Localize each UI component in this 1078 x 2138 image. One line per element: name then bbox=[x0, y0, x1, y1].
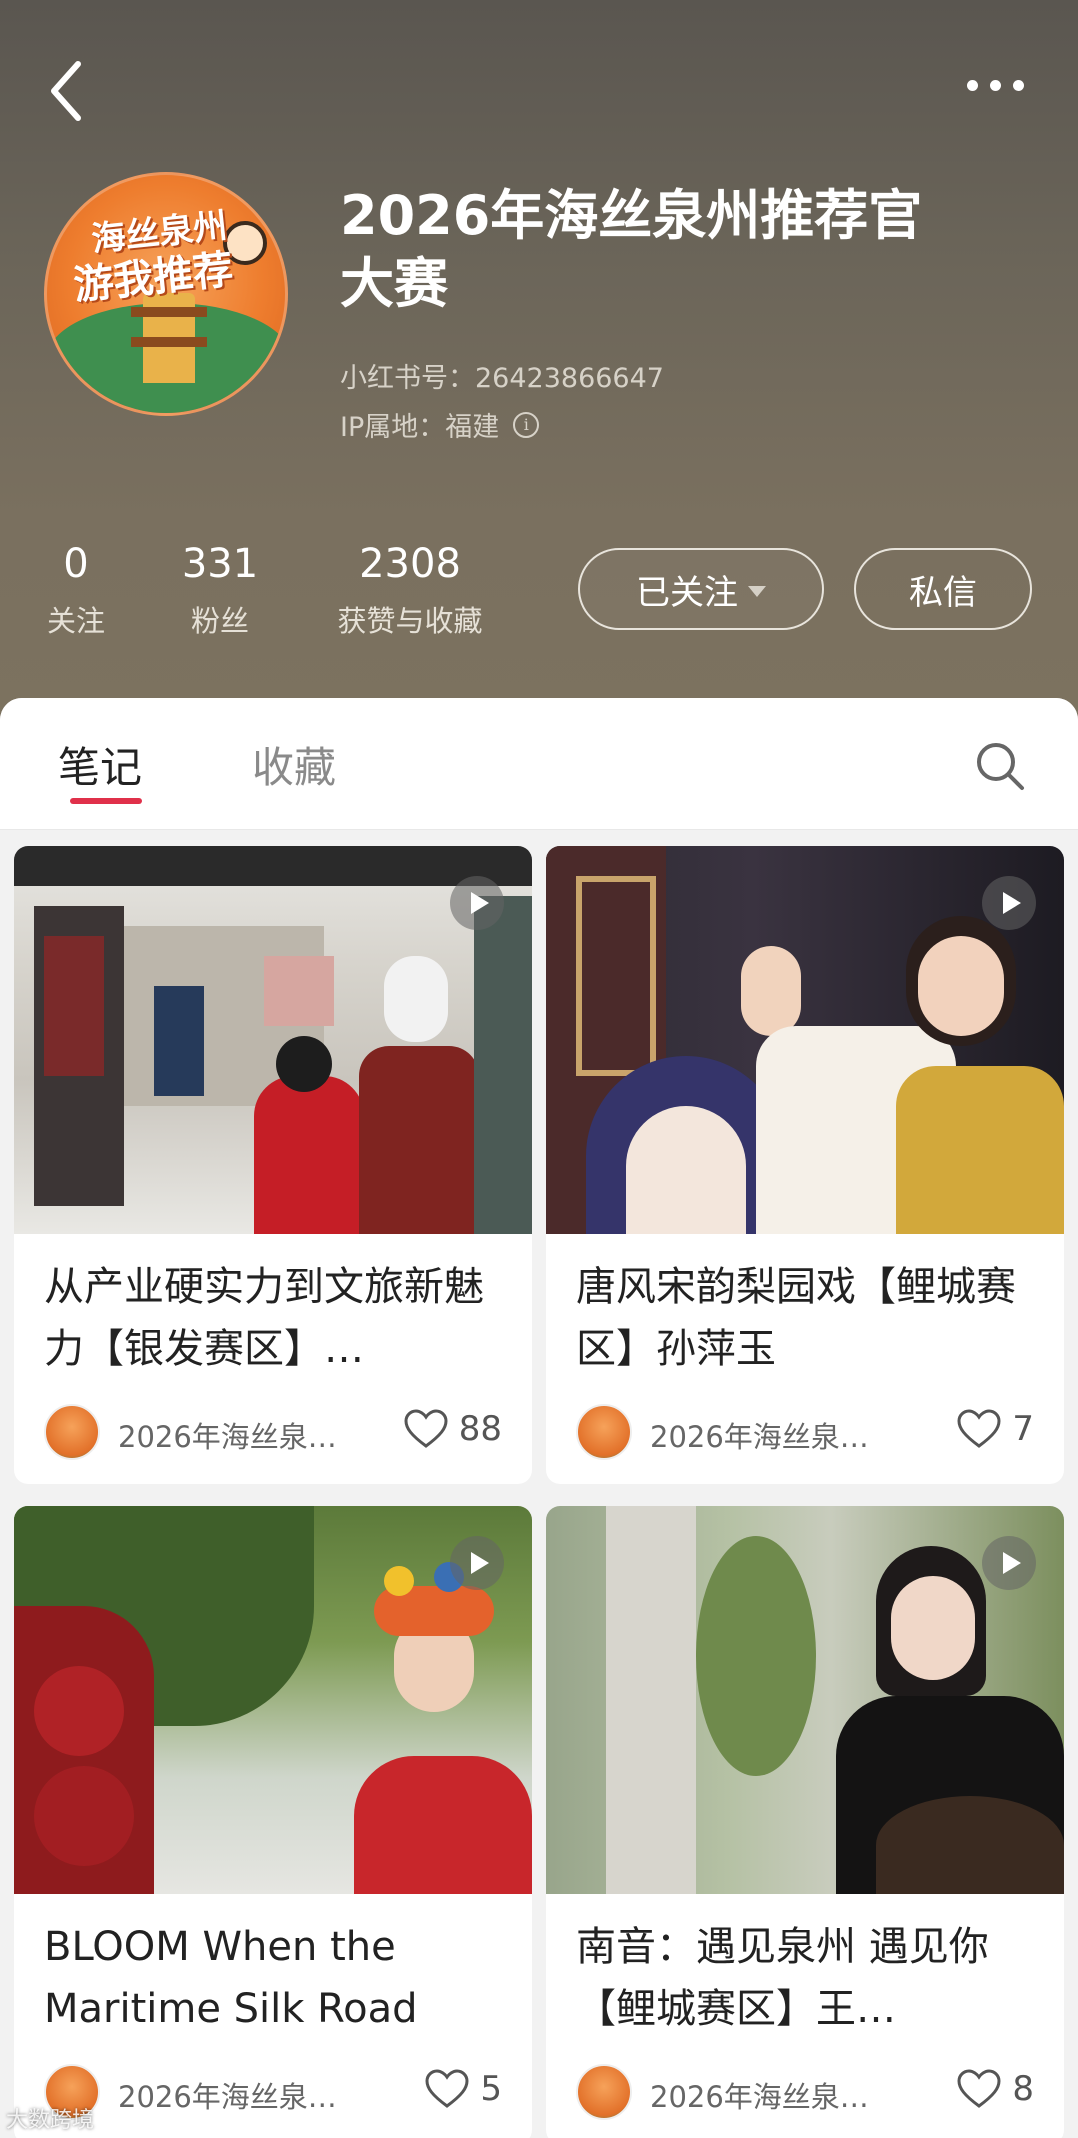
like-button[interactable]: 5 bbox=[424, 2068, 502, 2110]
stat-following[interactable]: 0 关注 bbox=[28, 540, 124, 640]
info-icon[interactable]: i bbox=[513, 411, 540, 438]
author-name[interactable]: 2026年海丝泉… bbox=[650, 1414, 890, 1456]
note-title: 从产业硬实力到文旅新魅力【银发赛区】… bbox=[44, 1264, 484, 1372]
like-button[interactable]: 88 bbox=[403, 1408, 502, 1450]
note-card[interactable]: BLOOM When the Maritime Silk Road Fl… 20… bbox=[14, 1506, 532, 2138]
note-title: 唐风宋韵梨园戏【鲤城赛区】孙萍玉 bbox=[576, 1264, 1016, 1372]
play-icon bbox=[450, 876, 504, 930]
author-avatar[interactable] bbox=[44, 1404, 100, 1460]
like-count: 5 bbox=[480, 2069, 502, 2109]
like-count: 88 bbox=[458, 1409, 502, 1449]
note-title: 南音：遇见泉州 遇见你【鲤城赛区】王… bbox=[576, 1924, 989, 2032]
profile-header: 海丝泉州 游我推荐 2026年海丝泉州推荐官大赛 小红书号：2642386664… bbox=[0, 0, 1078, 740]
author-avatar[interactable] bbox=[576, 2064, 632, 2120]
like-count: 7 bbox=[1012, 1409, 1034, 1449]
tab-notes[interactable]: 笔记 bbox=[58, 734, 142, 795]
watermark-text: 大数跨境 bbox=[6, 2108, 95, 2133]
play-icon bbox=[450, 1536, 504, 1590]
tab-collections[interactable]: 收藏 bbox=[252, 734, 336, 795]
note-cover-image bbox=[546, 1506, 1064, 1894]
note-card[interactable]: 唐风宋韵梨园戏【鲤城赛区】孙萍玉 2026年海丝泉… 7 bbox=[546, 846, 1064, 1484]
likes-collects-label: 获赞与收藏 bbox=[337, 604, 483, 638]
stat-likes-collects[interactable]: 2308 获赞与收藏 bbox=[322, 540, 498, 640]
back-icon bbox=[51, 61, 81, 121]
search-button[interactable] bbox=[972, 738, 1028, 794]
message-button[interactable]: 私信 bbox=[854, 548, 1032, 630]
author-name[interactable]: 2026年海丝泉… bbox=[650, 2074, 890, 2116]
followers-count: 331 bbox=[181, 541, 259, 587]
profile-name: 2026年海丝泉州推荐官大赛 bbox=[340, 184, 923, 315]
note-cover-image bbox=[546, 846, 1064, 1234]
note-card[interactable]: 南音：遇见泉州 遇见你【鲤城赛区】王… 2026年海丝泉… 8 bbox=[546, 1506, 1064, 2138]
tab-bar: 笔记 收藏 bbox=[0, 698, 1078, 830]
account-id: 小红书号：26423866647 bbox=[340, 363, 664, 394]
author-avatar[interactable] bbox=[576, 1404, 632, 1460]
following-count: 0 bbox=[63, 541, 89, 587]
ip-location: IP属地：福建 i bbox=[340, 405, 540, 444]
author-name[interactable]: 2026年海丝泉… bbox=[118, 2074, 358, 2116]
play-icon bbox=[982, 876, 1036, 930]
likes-collects-count: 2308 bbox=[359, 541, 461, 587]
like-count: 8 bbox=[1012, 2069, 1034, 2109]
author-name[interactable]: 2026年海丝泉… bbox=[118, 1414, 358, 1456]
note-card[interactable]: 从产业硬实力到文旅新魅力【银发赛区】… 2026年海丝泉… 88 bbox=[14, 846, 532, 1484]
search-icon bbox=[977, 743, 1024, 790]
note-title: BLOOM When the Maritime Silk Road Fl… bbox=[44, 1924, 418, 2032]
like-button[interactable]: 7 bbox=[956, 1408, 1034, 1450]
followed-button[interactable]: 已关注 bbox=[578, 548, 824, 630]
following-label: 关注 bbox=[46, 604, 105, 638]
heart-icon bbox=[957, 2069, 1001, 2108]
play-icon bbox=[982, 1536, 1036, 1590]
stat-followers[interactable]: 331 粉丝 bbox=[172, 540, 268, 640]
heart-icon bbox=[404, 1409, 448, 1448]
active-tab-indicator bbox=[70, 798, 142, 804]
heart-icon bbox=[425, 2069, 469, 2108]
more-icon bbox=[966, 79, 978, 91]
caret-down-icon bbox=[748, 585, 766, 597]
notes-panel: 笔记 收藏 从产业硬实力到文旅新魅力【银发赛区】… 2026年海丝泉… 88 唐… bbox=[0, 698, 1078, 2138]
back-button[interactable] bbox=[40, 56, 100, 126]
heart-icon bbox=[957, 1409, 1001, 1448]
note-cover-image bbox=[14, 846, 532, 1234]
note-cover-image bbox=[14, 1506, 532, 1894]
message-label: 私信 bbox=[909, 572, 977, 613]
followed-label: 已关注 bbox=[636, 572, 738, 613]
followers-label: 粉丝 bbox=[190, 604, 249, 638]
like-button[interactable]: 8 bbox=[956, 2068, 1034, 2110]
more-button[interactable] bbox=[960, 60, 1030, 110]
profile-avatar[interactable]: 海丝泉州 游我推荐 bbox=[44, 172, 288, 416]
ip-location-text: IP属地：福建 bbox=[340, 412, 500, 443]
